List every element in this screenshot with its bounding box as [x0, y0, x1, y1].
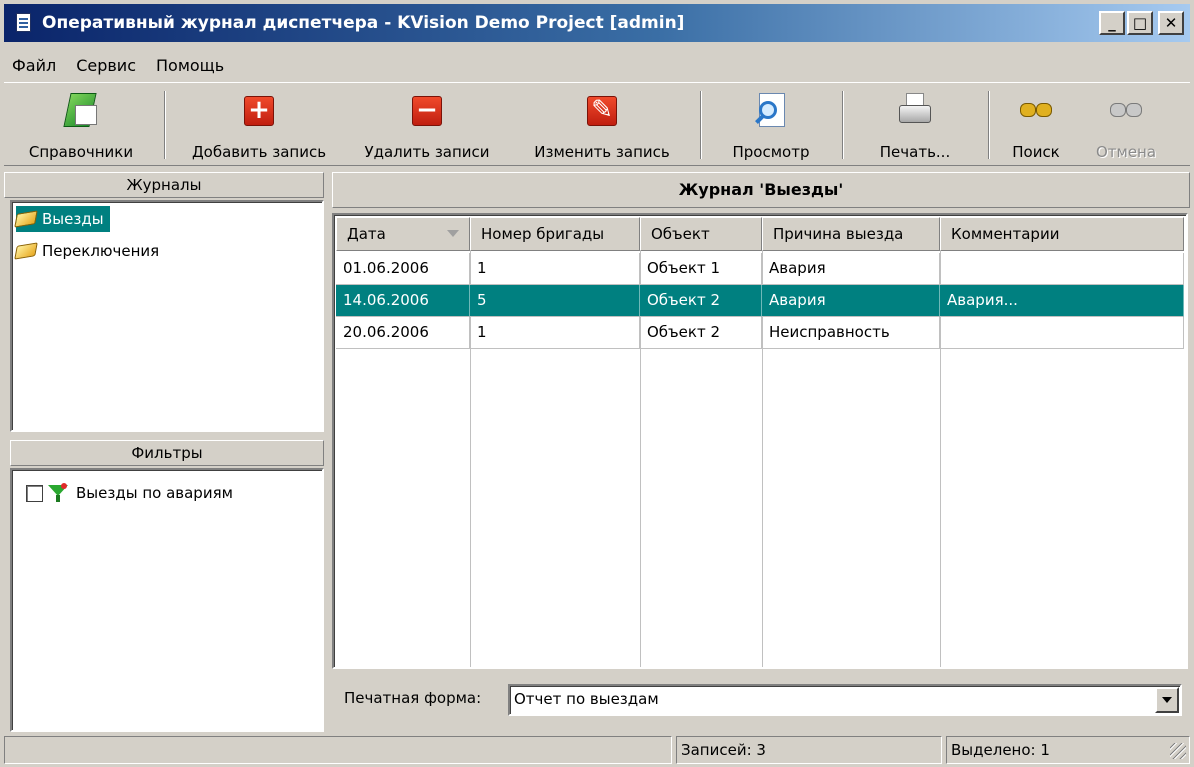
edit-record-label: Изменить запись [534, 143, 670, 161]
table-row[interactable]: 20.06.2006 1 Объект 2 Неисправность [336, 317, 1184, 349]
filters-header: Фильтры [10, 440, 324, 466]
maximize-button[interactable]: □ [1127, 11, 1153, 35]
cancel-search-label: Отмена [1095, 143, 1157, 161]
book-icon [61, 91, 101, 131]
cell-reason: Авария [762, 285, 940, 317]
cell-date: 20.06.2006 [336, 317, 470, 349]
journal-book-icon [14, 210, 38, 228]
column-header-label: Причина выезда [773, 225, 904, 243]
binoculars-icon [1016, 91, 1056, 131]
column-header-comments[interactable]: Комментарии [940, 217, 1184, 251]
directories-button[interactable]: Справочники [6, 85, 156, 163]
cell-comment [940, 317, 1184, 349]
filter-label: Выезды по авариям [76, 484, 233, 502]
wrench-icon: ✎ [582, 91, 622, 131]
preview-label: Просмотр [732, 143, 810, 161]
delete-records-label: Удалить записи [364, 143, 490, 161]
app-window: Оперативный журнал диспетчера - KVision … [0, 0, 1194, 767]
journals-tree[interactable]: Выезды Переключения [10, 200, 324, 432]
cell-comment: Авария... [940, 285, 1184, 317]
cancel-search-button[interactable]: Отмена [1078, 85, 1174, 163]
status-selected: Выделено: 1 [946, 736, 1190, 764]
cell-reason: Авария [762, 253, 940, 285]
toolbar: Справочники + Добавить запись − Удалить … [4, 82, 1190, 166]
directories-label: Справочники [28, 143, 134, 161]
table-row-selected[interactable]: 14.06.2006 5 Объект 2 Авария Авария... [336, 285, 1184, 317]
cell-reason: Неисправность [762, 317, 940, 349]
add-record-button[interactable]: + Добавить запись [176, 85, 342, 163]
grid-header-row: Дата Номер бригады Объект Причина выезда… [336, 217, 1184, 251]
binoculars-disabled-icon [1106, 91, 1146, 131]
status-main [4, 736, 672, 764]
column-header-reason[interactable]: Причина выезда [762, 217, 940, 251]
column-header-label: Номер бригады [481, 225, 605, 243]
journal-item-switches[interactable]: Переключения [14, 238, 165, 264]
status-selected-label: Выделено: 1 [951, 741, 1050, 759]
filter-checkbox[interactable] [26, 484, 43, 502]
chevron-down-icon[interactable] [1155, 687, 1179, 713]
magnifier-icon [751, 91, 791, 131]
column-header-label: Объект [651, 225, 710, 243]
minus-icon: − [407, 91, 447, 131]
close-button[interactable]: ✕ [1158, 11, 1184, 35]
journals-header: Журналы [4, 172, 324, 198]
journal-item-label: Выезды [42, 210, 104, 228]
menu-service[interactable]: Сервис [74, 56, 138, 75]
filters-list: Выезды по авариям [10, 468, 324, 732]
window-title: Оперативный журнал диспетчера - KVision … [42, 13, 685, 33]
journal-title: Журнал 'Выезды' [332, 172, 1190, 208]
cell-comment [940, 253, 1184, 285]
resize-grip-icon[interactable] [1170, 743, 1186, 759]
app-icon [14, 12, 34, 34]
cell-object: Объект 2 [640, 317, 762, 349]
menu-file[interactable]: Файл [10, 56, 58, 75]
cell-object: Объект 2 [640, 285, 762, 317]
table-row[interactable]: 01.06.2006 1 Объект 1 Авария [336, 253, 1184, 285]
print-form-label: Печатная форма: [344, 689, 482, 707]
printer-icon [895, 91, 935, 131]
add-icon: + [239, 91, 279, 131]
records-grid[interactable]: Дата Номер бригады Объект Причина выезда… [332, 213, 1188, 669]
sort-arrow-icon [447, 230, 459, 237]
print-form-value: Отчет по выездам [514, 690, 659, 708]
column-header-brigade[interactable]: Номер бригады [470, 217, 640, 251]
preview-button[interactable]: Просмотр [708, 85, 834, 163]
column-header-date[interactable]: Дата [336, 217, 470, 251]
search-button[interactable]: Поиск [996, 85, 1076, 163]
column-header-label: Комментарии [951, 225, 1060, 243]
cell-object: Объект 1 [640, 253, 762, 285]
print-button[interactable]: Печать... [850, 85, 980, 163]
status-records: Записей: 3 [676, 736, 942, 764]
cell-date: 14.06.2006 [336, 285, 470, 317]
menu-bar: Файл Сервис Помощь [10, 50, 226, 80]
delete-records-button[interactable]: − Удалить записи [344, 85, 510, 163]
cell-brigade: 5 [470, 285, 640, 317]
journal-item-departures[interactable]: Выезды [14, 206, 110, 232]
menu-help[interactable]: Помощь [154, 56, 226, 75]
journal-book-icon [14, 242, 38, 260]
funnel-icon [48, 483, 68, 503]
column-header-object[interactable]: Объект [640, 217, 762, 251]
add-record-label: Добавить запись [191, 143, 327, 161]
column-header-label: Дата [347, 225, 386, 243]
journal-item-label: Переключения [42, 242, 160, 260]
print-form-select[interactable]: Отчет по выездам [508, 684, 1182, 716]
search-label: Поиск [1012, 143, 1060, 161]
edit-record-button[interactable]: ✎ Изменить запись [512, 85, 692, 163]
title-bar[interactable]: Оперативный журнал диспетчера - KVision … [4, 4, 1190, 42]
cell-brigade: 1 [470, 317, 640, 349]
cell-date: 01.06.2006 [336, 253, 470, 285]
print-label: Печать... [879, 143, 951, 161]
cell-brigade: 1 [470, 253, 640, 285]
filter-item-accidents[interactable]: Выезды по авариям [26, 480, 239, 506]
minimize-button[interactable]: _ [1099, 11, 1125, 35]
